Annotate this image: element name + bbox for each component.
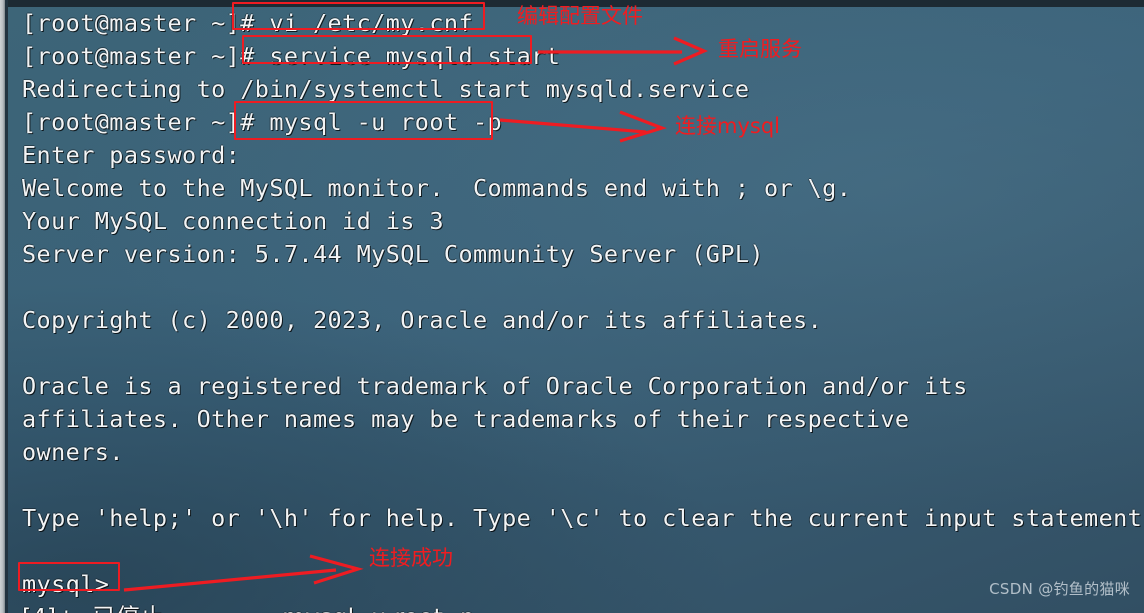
arrow-to-restart-service: [538, 36, 709, 66]
terminal-line: Oracle is a registered trademark of Orac…: [22, 372, 968, 400]
connect-success-label: 连接成功: [369, 546, 453, 570]
terminal-line: Redirecting to /bin/systemctl start mysq…: [22, 75, 750, 103]
terminal-output[interactable]: [root@master ~]# vi /etc/my.cnf [root@ma…: [22, 7, 1144, 613]
arrow-to-connect-mysql: [499, 110, 667, 143]
terminal-line: owners.: [22, 438, 124, 466]
highlight-box-vi-command: [232, 2, 485, 30]
window-left-border-inner: [5, 0, 8, 613]
connect-mysql-label: 连接mysql: [675, 114, 780, 138]
terminal-line: Type 'help;' or '\h' for help. Type '\c'…: [22, 504, 1144, 532]
terminal-job-status-line: [4]+ 已停止 mysql -u root -p: [22, 601, 1142, 613]
highlight-box-mysql-login-command: [234, 101, 493, 140]
arrow-to-connect-success: [123, 554, 364, 592]
terminal-line: Your MySQL connection id is 3: [22, 207, 444, 235]
csdn-watermark: CSDN @钓鱼的猫咪: [989, 580, 1130, 598]
restart-service-label: 重启服务: [718, 37, 802, 61]
terminal-line: Welcome to the MySQL monitor. Commands e…: [22, 174, 852, 202]
terminal-screenshot: [root@master ~]# vi /etc/my.cnf [root@ma…: [0, 0, 1144, 613]
edit-config-label: 编辑配置文件: [517, 4, 643, 28]
highlight-box-service-start-command: [242, 35, 532, 64]
terminal-line: Copyright (c) 2000, 2023, Oracle and/or …: [22, 306, 823, 334]
terminal-line: affiliates. Other names may be trademark…: [22, 405, 910, 433]
terminal-line: Server version: 5.7.44 MySQL Community S…: [22, 240, 764, 268]
highlight-box-mysql-prompt: [18, 562, 120, 591]
